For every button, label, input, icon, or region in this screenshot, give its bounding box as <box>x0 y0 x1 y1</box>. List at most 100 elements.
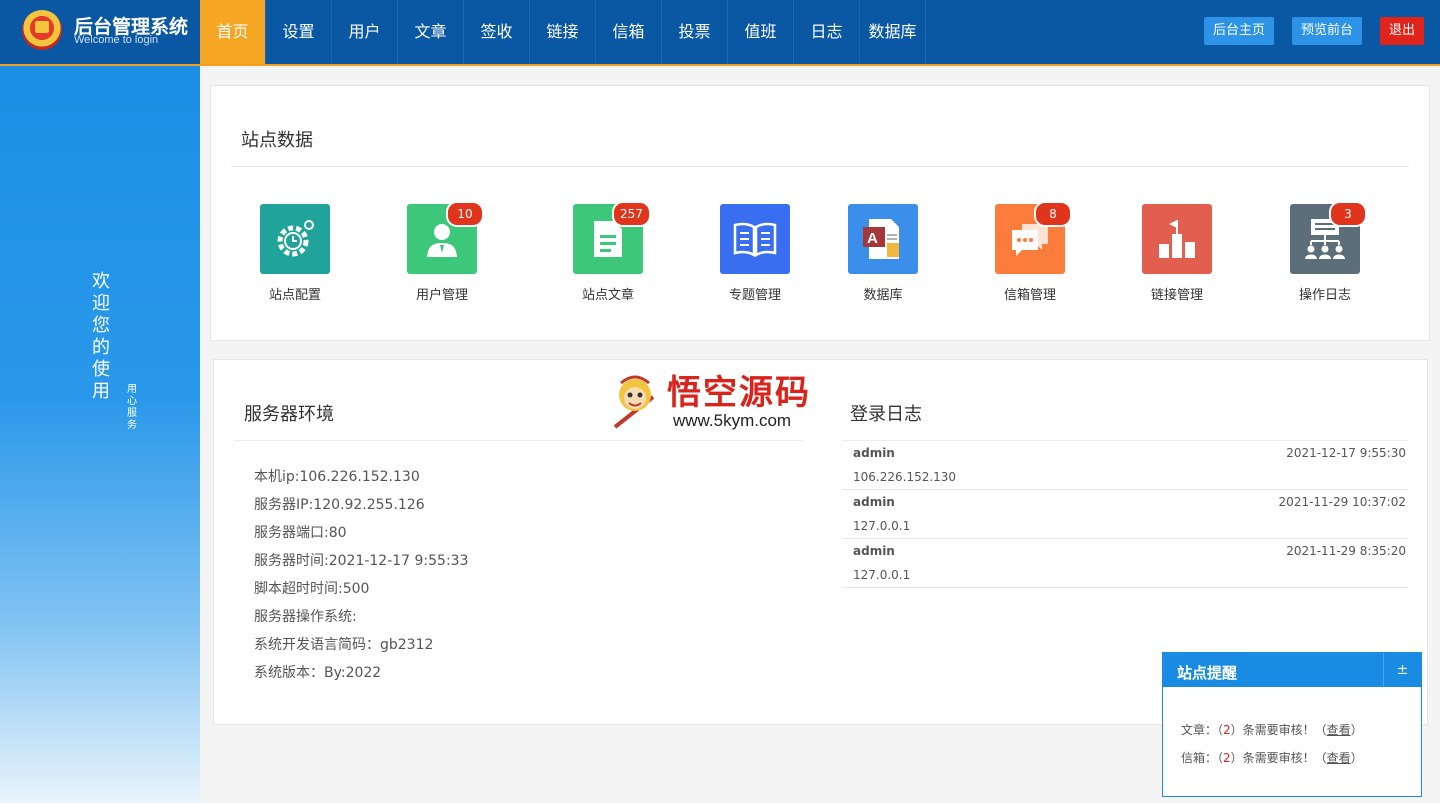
welcome-sub-char: 务 <box>127 420 137 431</box>
log-user: admin <box>853 495 895 509</box>
login-log-row: admin 2021-12-17 9:55:30 106.226.152.130 <box>842 441 1408 490</box>
nav-item-home[interactable]: 首页 <box>200 0 266 64</box>
shortcut-label: 站点配置 <box>268 288 321 303</box>
shortcut-label: 数据库 <box>863 288 903 303</box>
reminder-count: 2 <box>1223 723 1231 737</box>
shortcut-mailbox-management[interactable]: 8 信箱管理 <box>975 201 1085 303</box>
logout-button[interactable]: 退出 <box>1379 17 1424 45</box>
nav-item-log[interactable]: 日志 <box>794 0 860 64</box>
info-line: 服务器时间:2021-12-17 9:55:33 <box>254 553 469 569</box>
login-log-row: admin 2021-11-29 8:35:20 127.0.0.1 <box>842 539 1408 588</box>
divider <box>231 166 1409 167</box>
divider <box>234 440 804 441</box>
login-log-row: admin 2021-11-29 10:37:02 127.0.0.1 <box>842 490 1408 539</box>
reminder-suffix: ） <box>1350 723 1363 737</box>
shortcut-site-config[interactable]: 站点配置 <box>240 204 350 303</box>
emblem-icon <box>22 10 62 50</box>
gear-clock-icon <box>260 204 330 274</box>
shortcut-label: 站点文章 <box>581 288 634 303</box>
nav-item-duty[interactable]: 值班 <box>728 0 794 64</box>
shortcut-label: 信箱管理 <box>1003 288 1056 303</box>
nav-item-signoff[interactable]: 签收 <box>464 0 530 64</box>
nav-item-mailbox[interactable]: 信箱 <box>596 0 662 64</box>
flag-chart-icon <box>1142 204 1212 274</box>
nav-item-database[interactable]: 数据库 <box>860 0 926 64</box>
nav-item-users[interactable]: 用户 <box>332 0 398 64</box>
welcome-sub-char: 心 <box>127 396 137 407</box>
reminder-article-line: 文章：（2）条需要审核！（查看） <box>1181 721 1363 738</box>
welcome-char: 欢 <box>92 271 110 292</box>
info-line: 服务器IP:120.92.255.126 <box>254 497 425 513</box>
reminder-header: 站点提醒 ± <box>1163 653 1421 687</box>
site-data-title: 站点数据 <box>241 130 313 151</box>
info-line: 服务器操作系统: <box>254 609 357 625</box>
log-time: 2021-11-29 10:37:02 <box>1278 495 1406 509</box>
shortcut-database[interactable]: A 数据库 <box>828 204 938 303</box>
brand: 后台管理系统 Welcome to login <box>0 0 200 64</box>
nav-item-articles[interactable]: 文章 <box>398 0 464 64</box>
log-user: admin <box>853 544 895 558</box>
top-actions: 后台主页 预览前台 退出 <box>1203 17 1424 45</box>
nav-item-links[interactable]: 链接 <box>530 0 596 64</box>
log-time: 2021-12-17 9:55:30 <box>1286 446 1406 460</box>
shortcut-operation-log[interactable]: 3 操作日志 <box>1270 201 1380 303</box>
reminder-count: 2 <box>1223 751 1231 765</box>
log-count-badge: 3 <box>1329 201 1367 227</box>
reminder-view-link[interactable]: 查看 <box>1327 751 1351 765</box>
welcome-text: 欢 迎 您 的 使 用 <box>90 271 112 403</box>
shortcut-user-management[interactable]: 10 用户管理 <box>387 201 497 303</box>
log-time: 2021-11-29 8:35:20 <box>1286 544 1406 558</box>
user-icon: 10 <box>407 201 484 274</box>
log-user: admin <box>853 446 895 460</box>
message-icon: 8 <box>995 201 1072 274</box>
reminder-title: 站点提醒 <box>1177 664 1238 682</box>
nav-item-vote[interactable]: 投票 <box>662 0 728 64</box>
admin-home-button[interactable]: 后台主页 <box>1203 17 1274 45</box>
info-line: 脚本超时时间:500 <box>254 581 370 597</box>
watermark-text: 悟空源码 <box>667 373 811 413</box>
welcome-char: 用 <box>92 381 110 402</box>
top-bar: 后台管理系统 Welcome to login 首页 设置 用户 文章 签收 链… <box>0 0 1440 66</box>
watermark: 悟空源码 www.5kym.com <box>605 365 835 437</box>
info-line: 系统开发语言简码：gb2312 <box>254 637 434 653</box>
preview-frontend-button[interactable]: 预览前台 <box>1291 17 1362 45</box>
shortcut-label: 用户管理 <box>415 288 468 303</box>
shortcut-label: 专题管理 <box>728 288 781 303</box>
monkey-logo-icon <box>613 375 655 429</box>
log-ip: 127.0.0.1 <box>853 568 911 582</box>
reminder-mailbox-line: 信箱：（2）条需要审核！（查看） <box>1181 749 1363 766</box>
log-ip: 127.0.0.1 <box>853 519 911 533</box>
shortcut-label: 操作日志 <box>1298 288 1351 303</box>
watermark-url: www.5kym.com <box>673 411 792 430</box>
welcome-char: 迎 <box>92 293 110 314</box>
reminder-middle: ）条需要审核！（ <box>1230 723 1327 737</box>
info-line: 系统版本：By:2022 <box>254 665 382 681</box>
log-ip: 106.226.152.130 <box>853 470 957 484</box>
shortcut-label: 链接管理 <box>1150 288 1203 303</box>
reminder-suffix: ） <box>1350 751 1363 765</box>
document-icon: 257 <box>573 201 651 274</box>
info-line: 本机ip:106.226.152.130 <box>254 469 420 485</box>
reminder-prefix: 文章：（ <box>1181 723 1224 737</box>
reminder-prefix: 信箱：（ <box>1181 751 1224 765</box>
nav-item-settings[interactable]: 设置 <box>266 0 332 64</box>
org-chart-icon: 3 <box>1290 201 1367 274</box>
shortcut-link-management[interactable]: 链接管理 <box>1122 204 1232 303</box>
info-line: 服务器端口:80 <box>254 525 347 541</box>
welcome-char: 的 <box>92 337 110 358</box>
login-log-title: 登录日志 <box>850 404 922 425</box>
site-data-card: 站点数据 站点配置 10 用户管理 257 站点文章 专题管理 A 数据库 8 … <box>210 85 1430 341</box>
reminder-view-link[interactable]: 查看 <box>1327 723 1351 737</box>
site-reminder-popup: 站点提醒 ± 文章：（2）条需要审核！（查看） 信箱：（2）条需要审核！（查看） <box>1162 652 1422 797</box>
welcome-char: 您 <box>92 315 110 336</box>
left-panel: 欢 迎 您 的 使 用 用 心 服 务 <box>0 66 200 803</box>
welcome-subtext: 用 心 服 务 <box>126 384 138 432</box>
welcome-sub-char: 服 <box>127 408 137 419</box>
user-count-badge: 10 <box>446 201 484 227</box>
database-icon: A <box>848 204 918 274</box>
reminder-toggle-button[interactable]: ± <box>1383 653 1421 687</box>
mailbox-count-badge: 8 <box>1034 201 1072 227</box>
shortcut-topic-management[interactable]: 专题管理 <box>700 204 810 303</box>
server-env-title: 服务器环境 <box>244 404 334 425</box>
shortcut-site-articles[interactable]: 257 站点文章 <box>553 201 663 303</box>
